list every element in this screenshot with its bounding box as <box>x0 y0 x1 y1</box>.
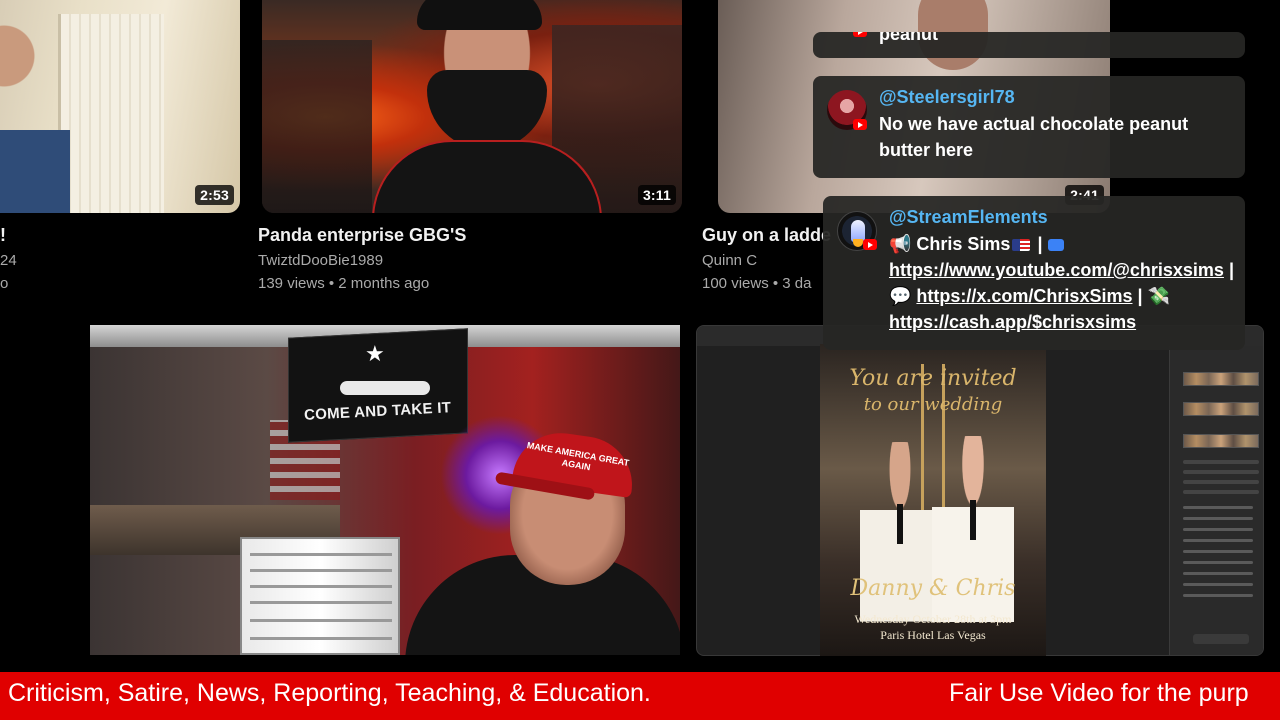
adjustment-slider[interactable] <box>1183 460 1259 464</box>
video-meta: o <box>0 275 9 292</box>
chat-username: @Steelersgirl78 <box>879 87 1015 107</box>
tie-image <box>897 504 903 544</box>
adjustment-slider[interactable] <box>1183 480 1259 484</box>
adjustment-row[interactable] <box>1183 528 1253 531</box>
chat-message: @StreamElements 📢 Chris Sims | https://w… <box>823 196 1245 350</box>
cashapp-link[interactable]: https://cash.app/$chrisxsims <box>889 312 1136 332</box>
tie-image <box>970 500 976 540</box>
video-duration: 3:11 <box>637 185 676 205</box>
flag-star-icon: ★ <box>365 341 385 366</box>
video-title[interactable]: Panda enterprise GBG'S <box>258 225 466 246</box>
adjustment-row[interactable] <box>1183 517 1253 520</box>
cannon-icon <box>340 381 430 395</box>
fair-use-ticker: Criticism, Satire, News, Reporting, Teac… <box>0 672 1280 720</box>
separator: | <box>1032 234 1048 254</box>
chat-message-text: peanut <box>879 32 939 44</box>
video-camera-icon <box>1047 239 1064 251</box>
video-title[interactable]: Guy on a ladde <box>702 225 831 246</box>
adjustment-slider[interactable] <box>1183 490 1259 494</box>
adjustments-panel[interactable] <box>1169 346 1263 655</box>
adjustment-slider[interactable] <box>1183 470 1259 474</box>
adjustment-row[interactable] <box>1183 506 1253 509</box>
wedding-date: Wednesday October 28th at 3pm <box>854 612 1012 626</box>
youtube-icon <box>853 32 867 37</box>
youtube-link[interactable]: https://www.youtube.com/@chrisxsims <box>889 260 1224 280</box>
preset-swatch[interactable] <box>1183 372 1259 386</box>
person-image <box>0 20 70 213</box>
video-meta: 139 views • 2 months ago <box>258 275 430 292</box>
video-channel[interactable]: TwiztdDooBie1989 <box>258 252 383 269</box>
video-meta: 100 views • 3 da <box>702 275 812 292</box>
video-channel[interactable]: Quinn C <box>702 252 757 269</box>
video-channel[interactable]: 24 <box>0 252 17 269</box>
video-thumbnail[interactable]: 2:53 <box>0 0 240 213</box>
youtube-icon <box>853 119 867 130</box>
chat-message-prefix: 📢 Chris Sims <box>889 234 1011 254</box>
chat-message-text: 📢 Chris Sims | https://www.youtube.com/@… <box>889 231 1239 335</box>
wedding-venue: Paris Hotel Las Vegas <box>880 628 986 642</box>
cap-image <box>417 0 542 30</box>
chat-message: @Steelersgirl78 No we have actual chocol… <box>813 76 1245 178</box>
toolbox-image <box>240 537 400 655</box>
video-duration: 2:53 <box>195 185 234 205</box>
adjustment-row[interactable] <box>1183 583 1253 586</box>
x-link[interactable]: https://x.com/ChrisxSims <box>916 286 1132 306</box>
adjustment-row[interactable] <box>1183 594 1253 597</box>
youtube-icon <box>863 239 877 250</box>
ticker-text: Fair Use Video for the purp <box>949 679 1249 707</box>
us-flag-icon <box>1012 239 1031 251</box>
video-thumbnail[interactable]: 3:11 <box>262 0 682 213</box>
separator: | 💸 <box>1132 286 1170 306</box>
chat-message-partial: peanut <box>813 32 1245 58</box>
invite-line-2: to our wedding <box>863 394 1003 415</box>
window-blind-image <box>58 14 164 213</box>
adjustment-row[interactable] <box>1183 550 1253 553</box>
building-image <box>262 40 372 213</box>
chat-username: @StreamElements <box>889 207 1048 227</box>
adjustment-row[interactable] <box>1183 572 1253 575</box>
webcam-feed: ★ COME AND TAKE IT MAKE AMERICA GREAT AG… <box>90 325 680 655</box>
flame-icon <box>853 239 863 247</box>
video-title[interactable]: ! <box>0 225 6 246</box>
reset-adjustments-button[interactable] <box>1193 634 1249 644</box>
chat-message-text: No we have actual chocolate peanut butte… <box>879 114 1189 160</box>
adjustment-row[interactable] <box>1183 561 1253 564</box>
adjustment-row[interactable] <box>1183 539 1253 542</box>
ticker-text: Criticism, Satire, News, Reporting, Teac… <box>8 679 651 707</box>
couple-names: Danny & Chris <box>850 576 1016 601</box>
preset-swatch[interactable] <box>1183 434 1259 448</box>
invite-line-1: You are invited <box>849 366 1017 391</box>
wedding-invitation-image: You are invited to our wedding Danny & C… <box>820 344 1046 656</box>
preset-swatch[interactable] <box>1183 402 1259 416</box>
